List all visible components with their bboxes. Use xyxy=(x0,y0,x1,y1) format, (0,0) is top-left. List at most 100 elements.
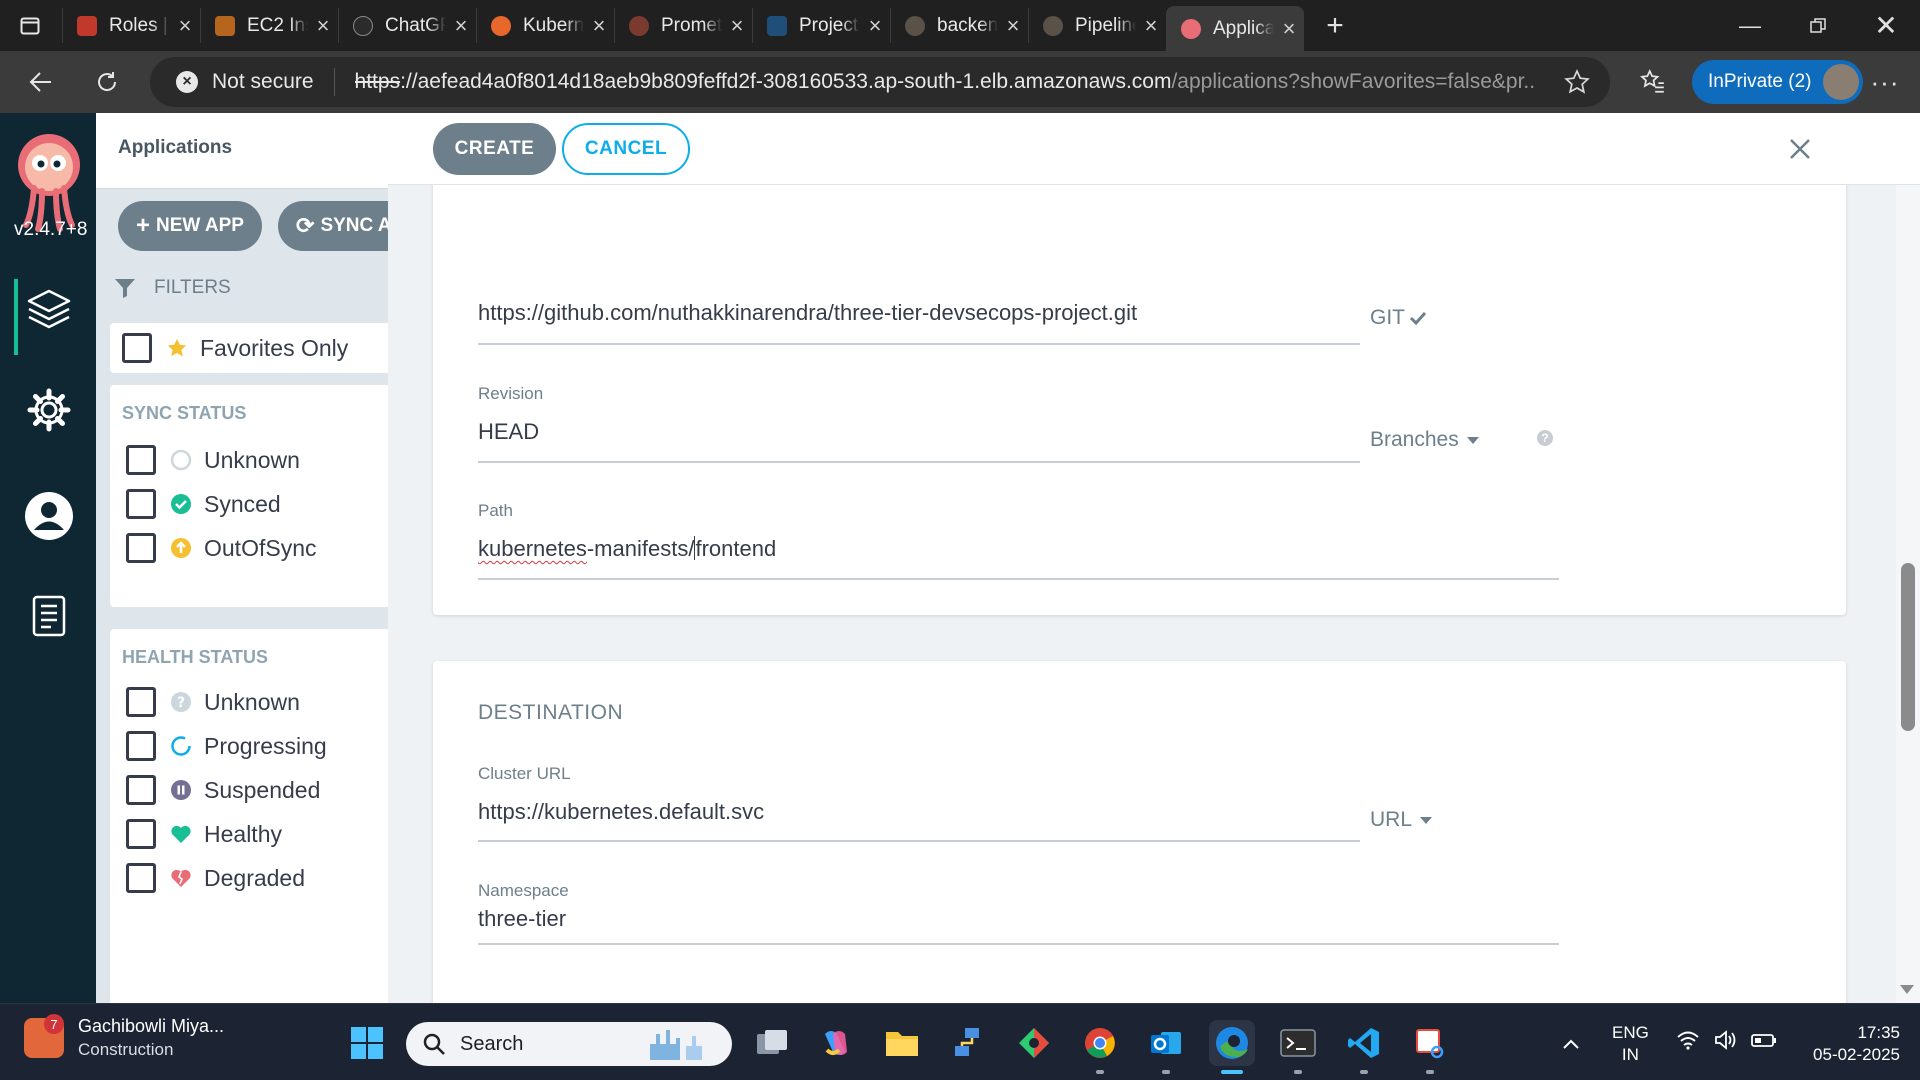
filter-health-progressing[interactable]: Progressing xyxy=(126,731,327,761)
arrow-up-circle-icon xyxy=(171,538,191,558)
network-icon xyxy=(955,1028,979,1056)
filter-health-unknown[interactable]: ? Unknown xyxy=(126,687,300,717)
vscode-app[interactable] xyxy=(1341,1020,1387,1066)
system-tray[interactable] xyxy=(1676,1030,1777,1056)
cancel-button[interactable]: CANCEL xyxy=(562,123,690,175)
cluster-mode-dropdown[interactable]: URL xyxy=(1370,808,1433,832)
refresh-button[interactable] xyxy=(84,59,130,105)
namespace-field[interactable]: three-tier xyxy=(478,906,566,932)
sync-status-filter: SYNC STATUS Unknown Synced OutOfSync xyxy=(110,385,396,607)
git-app[interactable] xyxy=(1011,1020,1057,1066)
scroll-down-arrow-icon[interactable] xyxy=(1900,985,1914,994)
favorite-star-button[interactable] xyxy=(1564,69,1590,100)
tab-projects[interactable]: Projects × xyxy=(752,8,890,43)
nav-docs-button[interactable] xyxy=(24,591,74,641)
filter-sync-outofsync[interactable]: OutOfSync xyxy=(126,533,316,563)
filter-sync-synced[interactable]: Synced xyxy=(126,489,281,519)
tab-backend[interactable]: backend × xyxy=(890,8,1028,43)
nav-user-info-button[interactable] xyxy=(24,491,74,541)
close-tab-icon[interactable]: × xyxy=(170,13,200,39)
tab-chatgpt[interactable]: ChatGPT × xyxy=(338,8,476,43)
terminal-app[interactable] xyxy=(1275,1020,1321,1066)
checkbox[interactable] xyxy=(126,489,156,519)
restore-button[interactable] xyxy=(1784,0,1852,51)
nav-applications-button[interactable] xyxy=(24,285,74,335)
filter-health-healthy[interactable]: Healthy xyxy=(126,819,282,849)
checkbox[interactable] xyxy=(126,863,156,893)
favorites-only-checkbox-row[interactable]: Favorites Only xyxy=(122,333,348,363)
network-tool-app[interactable] xyxy=(945,1020,991,1066)
not-secure-icon: × xyxy=(176,71,198,93)
tab-ec2-instances[interactable]: EC2 Instances × xyxy=(200,8,338,43)
clock[interactable]: 17:35 05-02-2025 xyxy=(1792,1022,1900,1066)
back-button[interactable] xyxy=(18,59,64,105)
site-security-indicator[interactable]: × Not secure xyxy=(176,70,314,94)
gear-icon xyxy=(27,388,71,432)
running-indicator xyxy=(1162,1070,1170,1074)
settings-more-button[interactable]: ··· xyxy=(1862,59,1908,105)
new-tab-button[interactable]: + xyxy=(1310,0,1360,51)
nav-settings-button[interactable] xyxy=(24,385,74,435)
tab-applications[interactable]: Applications × xyxy=(1166,6,1304,51)
edge-app[interactable] xyxy=(1209,1020,1255,1066)
tab-prometheus[interactable]: Prometheus × xyxy=(614,8,752,43)
close-tab-icon[interactable]: × xyxy=(860,13,890,39)
minimize-button[interactable]: — xyxy=(1716,0,1784,51)
close-tab-icon[interactable]: × xyxy=(446,13,476,39)
argo-sidebar: v2.4.7+8 xyxy=(0,113,96,1003)
close-tab-icon[interactable]: × xyxy=(1136,13,1166,39)
close-tab-icon[interactable]: × xyxy=(722,13,752,39)
checkbox[interactable] xyxy=(126,445,156,475)
copilot-app[interactable] xyxy=(813,1020,859,1066)
favorites-filter: Favorites Only xyxy=(110,323,396,373)
input-underline xyxy=(478,461,1360,463)
file-explorer-app[interactable] xyxy=(879,1020,925,1066)
filter-health-suspended[interactable]: Suspended xyxy=(126,775,320,805)
favorites-button[interactable] xyxy=(1630,59,1676,105)
scrollbar-thumb[interactable] xyxy=(1901,563,1915,731)
outlook-app[interactable] xyxy=(1143,1020,1189,1066)
tab-pipeline-syntax[interactable]: Pipeline Syntax × xyxy=(1028,8,1166,43)
revision-mode-dropdown[interactable]: Branches xyxy=(1370,428,1479,452)
close-tab-icon[interactable]: × xyxy=(584,13,614,39)
url-text[interactable]: https://aefead4a0f8014d18aeb9b809feffd2f… xyxy=(355,70,1535,94)
close-window-button[interactable]: ✕ xyxy=(1852,0,1920,51)
help-icon[interactable]: ? xyxy=(1537,430,1553,446)
checkbox[interactable] xyxy=(126,731,156,761)
tab-roles-iam[interactable]: Roles | IAM × xyxy=(62,8,200,43)
task-view-button[interactable] xyxy=(749,1020,795,1066)
checkbox[interactable] xyxy=(126,687,156,717)
cluster-url-field[interactable]: https://kubernetes.default.svc xyxy=(478,799,764,825)
terminal-icon xyxy=(1280,1029,1316,1057)
checkbox[interactable] xyxy=(126,775,156,805)
taskbar-search-box[interactable]: Search xyxy=(406,1022,732,1066)
chrome-app[interactable] xyxy=(1077,1020,1123,1066)
checkbox[interactable] xyxy=(122,333,152,363)
repository-url-field[interactable]: https://github.com/nuthakkinarendra/thre… xyxy=(478,300,1137,326)
language-indicator[interactable]: ENG IN xyxy=(1612,1022,1649,1066)
tab-actions-button[interactable] xyxy=(0,8,62,43)
new-app-button[interactable]: + NEW APP xyxy=(118,201,262,251)
snipping-tool-app[interactable] xyxy=(1407,1020,1453,1066)
checkbox[interactable] xyxy=(126,819,156,849)
close-tab-icon[interactable]: × xyxy=(308,13,338,39)
filter-sync-unknown[interactable]: Unknown xyxy=(126,445,300,475)
tab-kubernetes[interactable]: Kubernetes × xyxy=(476,8,614,43)
plus-icon: + xyxy=(136,212,151,239)
revision-field[interactable]: HEAD xyxy=(478,419,539,445)
close-tab-icon[interactable]: × xyxy=(1274,16,1304,42)
show-hidden-icons-button[interactable] xyxy=(1562,1030,1580,1056)
filter-health-degraded[interactable]: Degraded xyxy=(126,863,305,893)
checkbox[interactable] xyxy=(126,533,156,563)
copilot-icon xyxy=(825,1031,847,1055)
input-underline xyxy=(478,943,1559,945)
weather-widget[interactable]: 7 Gachibowli Miya... Construction xyxy=(24,1014,224,1060)
inprivate-button[interactable]: InPrivate (2) xyxy=(1692,60,1864,104)
start-button[interactable] xyxy=(344,1020,390,1066)
address-bar[interactable]: × Not secure https://aefead4a0f8014d18ae… xyxy=(150,57,1610,107)
close-panel-button[interactable] xyxy=(1778,127,1822,171)
repo-type-dropdown[interactable]: GIT xyxy=(1370,306,1427,330)
close-tab-icon[interactable]: × xyxy=(998,13,1028,39)
path-field[interactable]: kubernetes-manifests/frontend xyxy=(478,536,776,562)
create-button[interactable]: CREATE xyxy=(433,123,556,175)
